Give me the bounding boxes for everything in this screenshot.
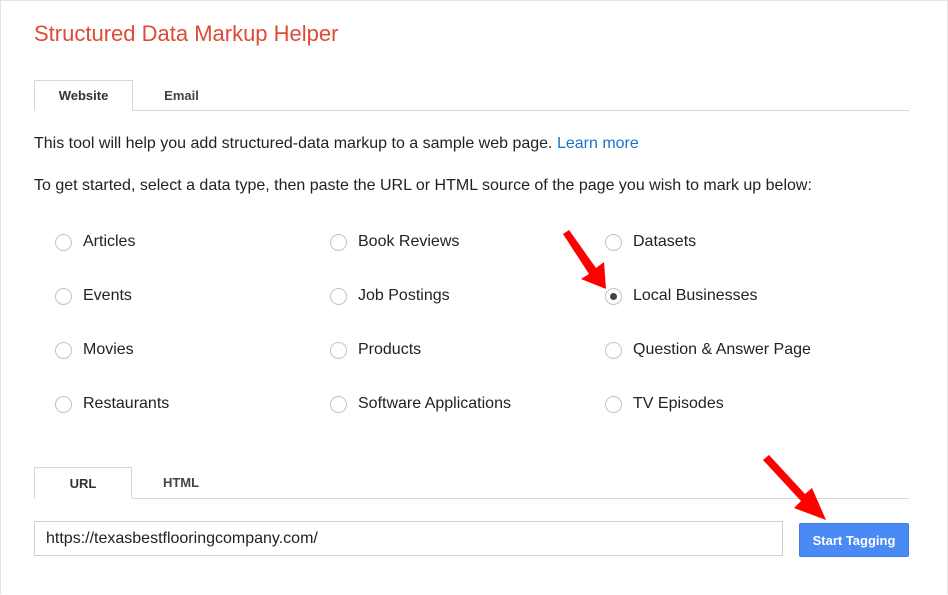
option-movies[interactable]: Movies	[55, 341, 134, 359]
option-job-postings[interactable]: Job Postings	[330, 287, 450, 305]
option-software-applications[interactable]: Software Applications	[330, 395, 511, 413]
radio-question-answer-page[interactable]	[605, 341, 622, 359]
option-label: Book Reviews	[358, 233, 460, 250]
page-title: Structured Data Markup Helper	[34, 21, 339, 46]
option-label: Local Businesses	[633, 287, 758, 304]
input-tab-bar: URL HTML	[34, 467, 909, 499]
intro-sentence: This tool will help you add structured-d…	[34, 135, 557, 152]
radio-products[interactable]	[330, 341, 347, 359]
radio-job-postings[interactable]	[330, 287, 347, 305]
option-restaurants[interactable]: Restaurants	[55, 395, 169, 413]
radio-articles[interactable]	[55, 233, 72, 251]
tab-url[interactable]: URL	[34, 467, 132, 499]
option-label: TV Episodes	[633, 395, 724, 412]
option-label: Job Postings	[358, 287, 450, 304]
option-products[interactable]: Products	[330, 341, 421, 359]
learn-more-link[interactable]: Learn more	[557, 135, 639, 152]
start-tagging-button[interactable]: Start Tagging	[799, 523, 909, 557]
option-local-businesses[interactable]: Local Businesses	[605, 287, 758, 305]
start-tagging-label: Start Tagging	[812, 532, 896, 548]
tab-email[interactable]: Email	[133, 80, 230, 110]
radio-book-reviews[interactable]	[330, 233, 347, 251]
option-datasets[interactable]: Datasets	[605, 233, 696, 251]
option-articles[interactable]: Articles	[55, 233, 135, 251]
option-label: Question & Answer Page	[633, 341, 811, 358]
radio-restaurants[interactable]	[55, 395, 72, 413]
radio-tv-episodes[interactable]	[605, 395, 622, 413]
radio-software-applications[interactable]	[330, 395, 347, 413]
tab-html-label: HTML	[162, 475, 200, 490]
option-label: Movies	[83, 341, 134, 358]
tab-website[interactable]: Website	[34, 80, 133, 111]
option-events[interactable]: Events	[55, 287, 132, 305]
option-tv-episodes[interactable]: TV Episodes	[605, 395, 724, 413]
radio-movies[interactable]	[55, 341, 72, 359]
option-book-reviews[interactable]: Book Reviews	[330, 233, 459, 251]
radio-local-businesses[interactable]	[605, 287, 622, 305]
option-label: Restaurants	[83, 395, 170, 412]
radio-events[interactable]	[55, 287, 72, 305]
intro-text: This tool will help you add structured-d…	[34, 135, 639, 153]
radio-datasets[interactable]	[605, 233, 622, 251]
option-label: Events	[83, 287, 132, 304]
option-label: Articles	[83, 233, 136, 250]
option-label: Software Applications	[358, 395, 511, 412]
tab-email-label: Email	[164, 87, 199, 103]
tab-website-label: Website	[58, 88, 109, 103]
url-input[interactable]	[34, 521, 783, 556]
source-tab-bar: Website Email	[34, 80, 909, 111]
tab-url-label: URL	[69, 475, 97, 491]
tab-html[interactable]: HTML	[132, 467, 230, 498]
option-label: Datasets	[633, 233, 697, 250]
option-question-answer-page[interactable]: Question & Answer Page	[605, 341, 811, 359]
instructions-text: To get started, select a data type, then…	[34, 177, 812, 194]
option-label: Products	[358, 341, 422, 358]
